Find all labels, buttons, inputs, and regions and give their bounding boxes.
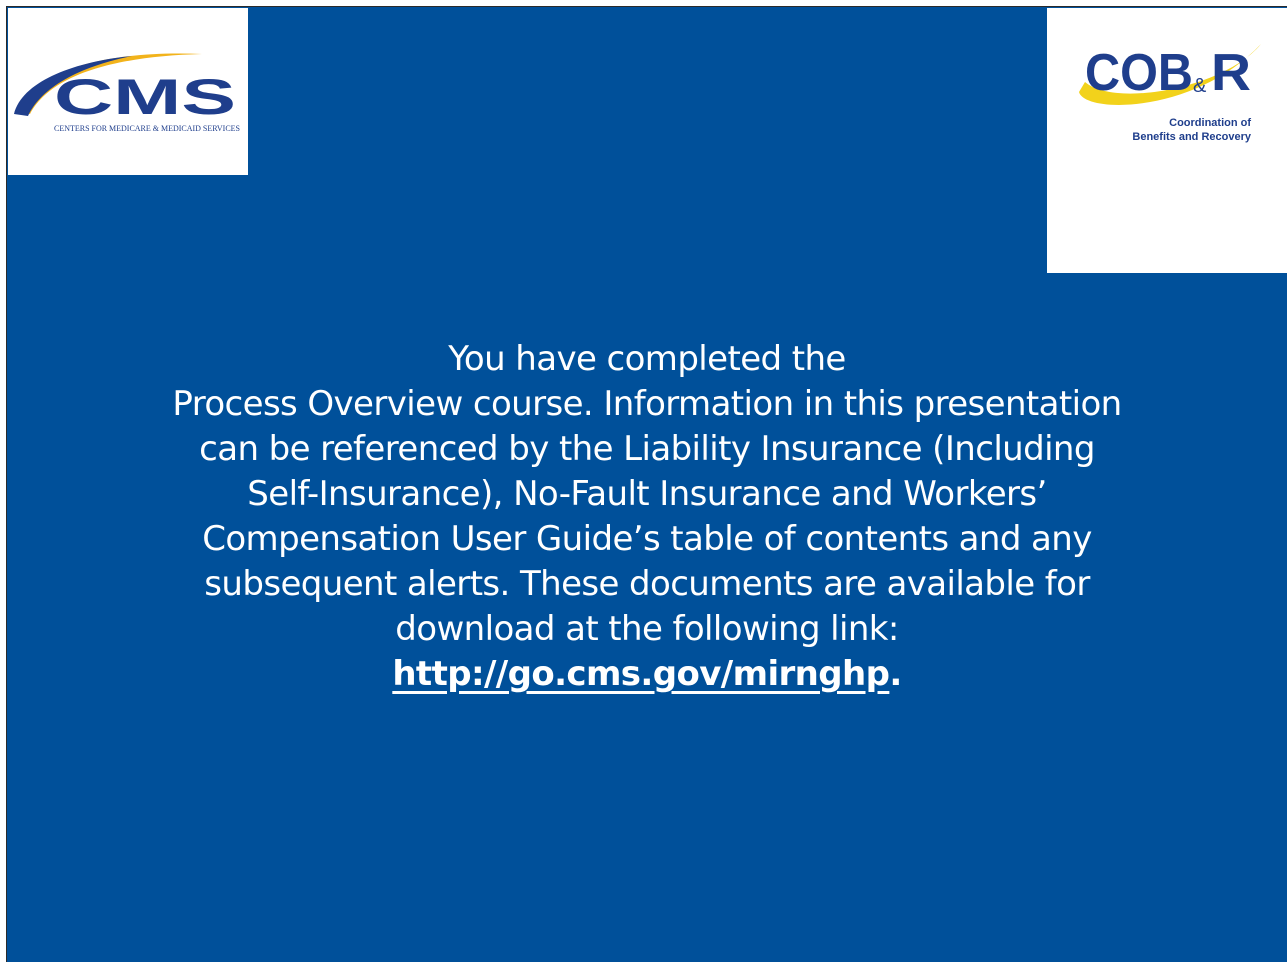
cms-tagline: CENTERS FOR MEDICARE & MEDICAID SERVICES — [54, 124, 240, 133]
message-line: You have completed the — [448, 339, 846, 379]
slide: CMS CENTERS FOR MEDICARE & MEDICAID SERV… — [6, 6, 1287, 962]
cobr-wordmark-amp: & — [1193, 75, 1207, 97]
cobr-logo-graphic: COB & R Coordination of Benefits and Rec… — [1079, 44, 1261, 143]
message-line: Self-Insurance), No-Fault Insurance and … — [247, 474, 1047, 514]
mirnghp-link[interactable]: http://go.cms.gov/mirnghp — [392, 654, 890, 694]
completion-message: You have completed the Process Overview … — [67, 337, 1227, 697]
cms-logo-graphic: CMS CENTERS FOR MEDICARE & MEDICAID SERV… — [14, 53, 240, 133]
link-line: http://go.cms.gov/mirnghp. — [67, 652, 1227, 697]
cms-logo: CMS CENTERS FOR MEDICARE & MEDICAID SERV… — [8, 8, 248, 175]
message-line: can be referenced by the Liability Insur… — [199, 429, 1095, 469]
message-line: subsequent alerts. These documents are a… — [204, 564, 1090, 604]
message-line: Compensation User Guide’s table of conte… — [202, 519, 1092, 559]
cobr-wordmark-r: R — [1211, 44, 1251, 102]
message-line: download at the following link: — [395, 609, 899, 649]
cobr-tagline-line1: Coordination of — [1169, 117, 1251, 129]
cms-wordmark: CMS — [54, 69, 236, 125]
link-suffix: . — [889, 654, 902, 694]
cobr-logo: COB & R Coordination of Benefits and Rec… — [1047, 8, 1287, 273]
message-line: Process Overview course. Information in … — [172, 384, 1122, 424]
cobr-tagline-line2: Benefits and Recovery — [1132, 131, 1251, 143]
cobr-wordmark-cob: COB — [1085, 44, 1193, 102]
